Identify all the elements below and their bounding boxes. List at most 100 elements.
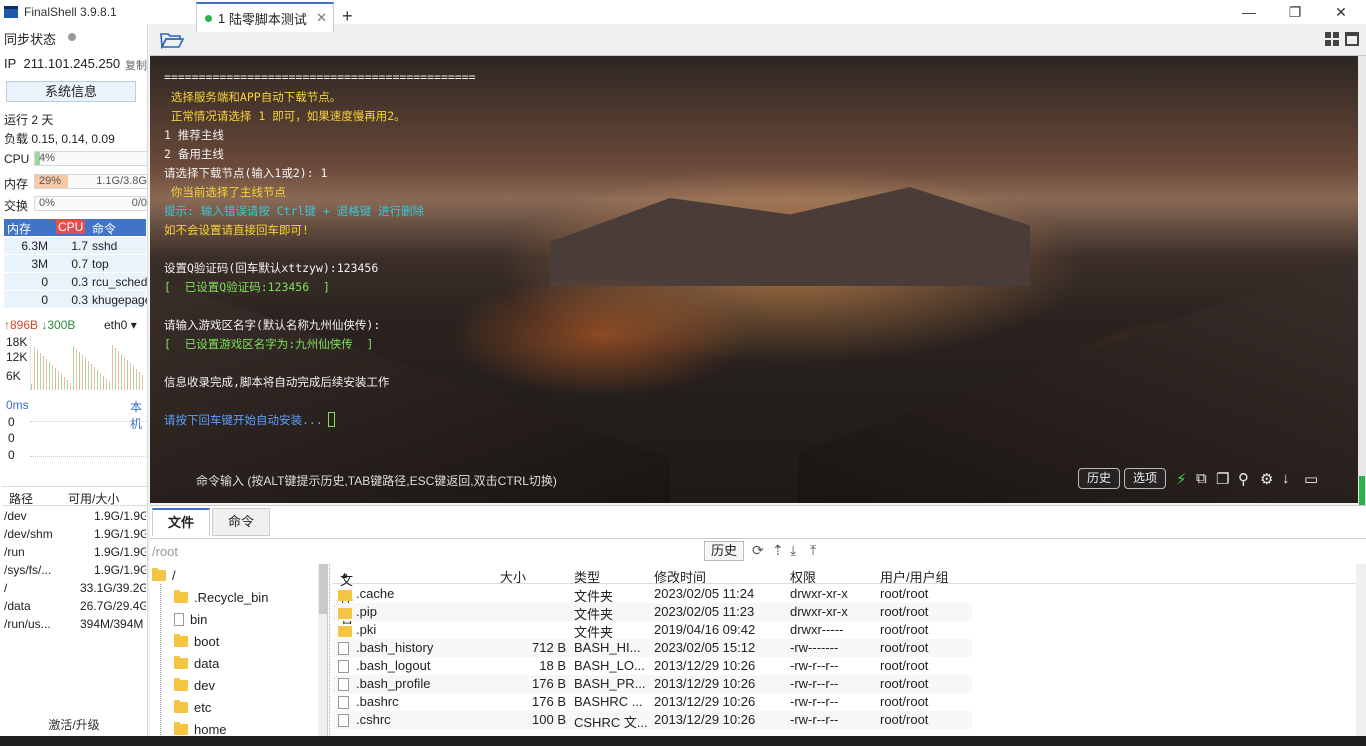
close-button[interactable]: ✕ <box>1318 0 1364 24</box>
tab-commands[interactable]: 命令 <box>212 508 270 536</box>
terminal-view[interactable]: ========================================… <box>150 56 1358 503</box>
gear-icon[interactable]: ⚙ <box>1260 470 1273 488</box>
network-interface-select[interactable]: eth0 ▾ <box>104 318 137 332</box>
file-row[interactable]: .pip 文件夹 2023/02/05 11:23 drwxr-xr-x root/ro… <box>332 603 972 622</box>
grid-layout-icon[interactable] <box>1325 32 1339 46</box>
filesystem-row[interactable]: / 33.1G/39.2G <box>4 579 146 597</box>
net-graph-bar <box>106 379 107 390</box>
file-mtime: 2013/12/29 10:26 <box>654 694 756 709</box>
process-row[interactable]: 6.3M 1.7 sshd <box>4 237 146 255</box>
tree-item[interactable]: boot <box>174 634 219 649</box>
net-graph-bar <box>100 373 101 390</box>
net-graph-bar <box>34 347 35 390</box>
tree-root[interactable]: / <box>152 568 176 583</box>
path-input[interactable] <box>152 542 702 560</box>
file-row[interactable]: .cshrc 100 B CSHRC 文... 2013/12/29 10:26 -rw… <box>332 711 972 730</box>
background-glow <box>450 276 750 396</box>
history-button[interactable]: 历史 <box>1078 468 1120 489</box>
close-tab-icon[interactable]: ✕ <box>316 10 327 26</box>
net-graph-bar <box>133 366 134 390</box>
chevron-down-icon: ▾ <box>130 318 137 332</box>
filesystem-row[interactable]: /run 1.9G/1.9G <box>4 543 146 561</box>
filesystem-row[interactable]: /dev/shm 1.9G/1.9G <box>4 525 146 543</box>
connected-dot-icon <box>205 14 212 22</box>
fs-path: / <box>4 581 8 595</box>
search-icon[interactable]: ⚲ <box>1238 470 1249 488</box>
file-list-scrollbar[interactable] <box>1356 564 1366 737</box>
memory-label: 内存 <box>4 177 29 191</box>
tree-item[interactable]: home <box>174 722 227 737</box>
refresh-icon[interactable]: ⟳ <box>752 542 764 559</box>
tree-item[interactable]: etc <box>174 700 211 715</box>
tree-item[interactable]: bin <box>174 612 207 627</box>
single-layout-icon[interactable] <box>1345 32 1359 46</box>
file-permission: drwxr-xr-x <box>790 586 848 601</box>
file-row[interactable]: .bash_logout 18 B BASH_LO... 2013/12/29 10:… <box>332 657 972 675</box>
download-icon[interactable]: ⤓ <box>790 542 796 559</box>
tree-scrollbar[interactable] <box>318 564 327 737</box>
net-graph-bar <box>64 377 65 390</box>
net-graph-bar <box>40 353 41 390</box>
file-row[interactable]: .bash_history 712 B BASH_HI... 2023/02/05 1… <box>332 639 972 657</box>
folder-icon <box>152 568 166 581</box>
process-row[interactable]: 0 0.3 khugepaged <box>4 291 147 309</box>
proc-col-command[interactable]: 命令 <box>92 220 116 237</box>
col-mtime[interactable]: 修改时间 <box>654 567 706 586</box>
filesystem-row[interactable]: /dev 1.9G/1.9G <box>4 507 146 525</box>
path-history-button[interactable]: 历史 <box>704 541 744 561</box>
command-input-hint[interactable]: 命令输入 (按ALT键提示历史,TAB键路径,ESC键返回,双击CTRL切换) <box>196 472 557 489</box>
net-graph-bar <box>115 348 116 390</box>
file-row[interactable]: .cache 文件夹 2023/02/05 11:24 drwxr-xr-x root/… <box>332 585 972 604</box>
file-row[interactable]: .bash_profile 176 B BASH_PR... 2013/12/29 1… <box>332 675 972 693</box>
process-row[interactable]: 3M 0.7 top <box>4 255 146 273</box>
net-graph-bar <box>109 382 110 390</box>
swap-bar: 0% 0/0 <box>34 196 147 211</box>
add-tab-icon[interactable]: + <box>342 6 353 27</box>
activate-upgrade-link[interactable]: 激活/升级 <box>0 716 147 733</box>
tree-item[interactable]: dev <box>174 678 215 693</box>
tab-files[interactable]: 文件 <box>152 508 210 536</box>
fs-col-size[interactable]: 可用/大小 <box>68 490 119 507</box>
file-row[interactable]: .bashrc 176 B BASHRC ... 2013/12/29 10:26 -r… <box>332 693 972 711</box>
process-cpu: 1.7 <box>71 239 88 253</box>
options-button[interactable]: 选项 <box>1124 468 1166 489</box>
net-graph-bar <box>97 370 98 390</box>
file-row[interactable]: .pki 文件夹 2019/04/16 09:42 drwxr----- root/ro… <box>332 621 972 640</box>
col-owner[interactable]: 用户/用户组 <box>880 567 949 586</box>
paste-icon[interactable]: ❐ <box>1216 470 1229 488</box>
open-folder-icon[interactable] <box>160 31 184 49</box>
tree-item[interactable]: .Recycle_bin <box>174 590 268 605</box>
filesystem-row[interactable]: /data 26.7G/29.4G <box>4 597 146 615</box>
system-info-button[interactable]: 系统信息 <box>6 81 136 102</box>
terminal-line: 请选择下载节点(输入1或2): 1 <box>164 166 328 180</box>
terminal-scrollbar[interactable] <box>1358 56 1366 534</box>
copy-icon[interactable]: ⧉ <box>1196 470 1207 487</box>
col-type[interactable]: 类型 <box>574 567 600 586</box>
lightning-icon[interactable]: ⚡ <box>1176 470 1187 488</box>
file-size: 712 B <box>532 640 566 655</box>
tree-item[interactable]: data <box>174 656 219 671</box>
col-permission[interactable]: 权限 <box>790 567 816 586</box>
maximize-button[interactable]: ❐ <box>1272 0 1318 24</box>
command-input-bar[interactable]: 命令输入 (按ALT键提示历史,TAB键路径,ESC键返回,双击CTRL切换) … <box>150 464 1358 494</box>
tab-session-1[interactable]: 1 陆零脚本测试 ✕ <box>196 2 334 32</box>
scroll-thumb[interactable] <box>319 564 327 614</box>
process-cpu: 0.3 <box>71 275 88 289</box>
memory-bar: 29% 1.1G/3.8G <box>34 174 147 189</box>
upload-icon[interactable]: ⤒ <box>810 542 816 559</box>
proc-col-memory[interactable]: 内存 <box>7 220 31 237</box>
fs-col-path[interactable]: 路径 <box>9 490 33 507</box>
fullscreen-icon[interactable]: ▭ <box>1304 470 1318 488</box>
arrow-down-icon[interactable]: ↓ <box>1282 470 1290 487</box>
col-size[interactable]: 大小 <box>500 567 526 586</box>
copy-ip-button[interactable]: 复制 <box>125 57 147 73</box>
up-directory-icon[interactable]: ⇡ <box>772 542 784 559</box>
filesystem-row[interactable]: /run/us... 394M/394M <box>4 615 146 633</box>
minimize-button[interactable]: — <box>1226 0 1272 24</box>
file-name: .bash_logout <box>356 658 431 673</box>
terminal-line: 选择服务端和APP自动下载节点。 <box>164 90 342 104</box>
folder-icon <box>174 722 188 735</box>
filesystem-row[interactable]: /sys/fs/... 1.9G/1.9G <box>4 561 146 579</box>
proc-col-cpu[interactable]: CPU <box>56 220 86 234</box>
process-row[interactable]: 0 0.3 rcu_sched <box>4 273 147 291</box>
